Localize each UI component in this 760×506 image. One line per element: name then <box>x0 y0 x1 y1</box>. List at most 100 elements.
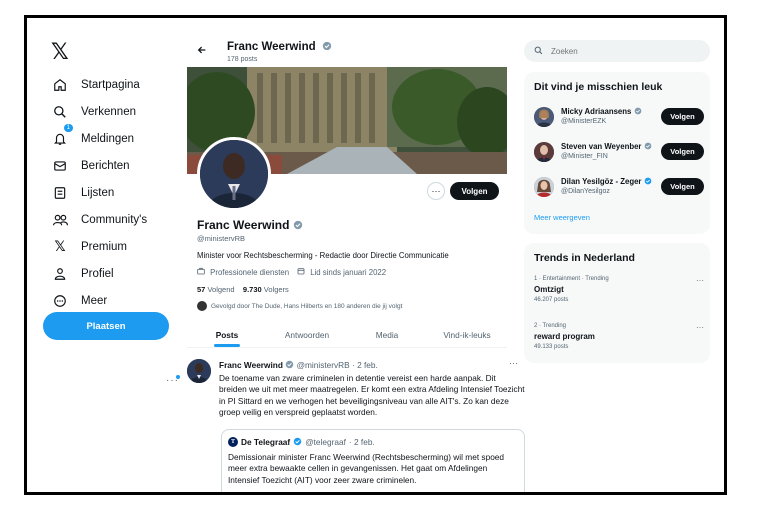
verified-icon <box>634 107 641 115</box>
people-icon <box>49 209 71 231</box>
trend-more-icon[interactable]: ··· <box>696 276 704 285</box>
avatar[interactable] <box>534 177 554 197</box>
tab-posts[interactable]: Posts <box>187 322 267 347</box>
search-icon <box>534 42 543 60</box>
follower-avatar <box>197 301 207 311</box>
nav-label: Berichten <box>81 160 130 172</box>
nav-label: Community's <box>81 214 148 226</box>
tab-likes[interactable]: Vind-ik-leuks <box>427 322 507 347</box>
posts-count: 178 posts <box>227 56 258 63</box>
trend-item[interactable]: 1 · Entertainment · Trending Omtzigt 46.… <box>534 276 704 303</box>
search-bar[interactable] <box>524 40 710 62</box>
followers-link[interactable]: 9.730 Volgers <box>243 285 289 294</box>
nav-label: Meer <box>81 295 108 307</box>
nav-item-messages[interactable]: Berichten <box>41 155 130 177</box>
follow-counts: 57 Volgend 9.730 Volgers <box>197 285 289 294</box>
quote-author-handle: @telegraaf <box>305 437 346 447</box>
tab-media[interactable]: Media <box>347 322 427 347</box>
tweet-header: Franc Weerwind @ministervRB · 2 feb. <box>219 360 378 370</box>
profile-meta: Professionele diensten Lid sinds januari… <box>197 267 386 277</box>
page-title: Franc Weerwind <box>227 41 332 53</box>
trends-card: Trends in Nederland 1 · Entertainment · … <box>524 243 710 363</box>
bell-icon: 1 <box>49 124 73 150</box>
who-to-follow-card: Dit vind je misschien leuk Micky Adriaan… <box>524 72 710 234</box>
suggestion-name: Dilan Yesilgöz - Zeger <box>561 177 652 186</box>
back-arrow-icon[interactable] <box>197 44 207 58</box>
verified-icon <box>293 437 302 447</box>
follow-button[interactable]: Volgen <box>450 182 499 200</box>
trend-item[interactable]: 2 · Trending reward program 49.133 posts… <box>534 323 704 350</box>
trend-meta: 1 · Entertainment · Trending <box>534 276 609 282</box>
trend-meta: 2 · Trending <box>534 323 567 329</box>
trends-title: Trends in Nederland <box>534 252 635 264</box>
nav-item-communities[interactable]: Community's <box>41 209 147 231</box>
list-icon <box>49 182 71 204</box>
briefcase-icon <box>197 267 207 277</box>
suggestion-handle: @MinisterEZK <box>561 118 607 125</box>
profile-bio: Minister voor Rechtsbescherming - Redact… <box>197 251 449 260</box>
x-icon: 𝕏 <box>54 239 66 255</box>
avatar[interactable] <box>534 107 554 127</box>
followed-by-text: Gevolgd door The Dude, Hans Hilberts en … <box>211 302 403 310</box>
tweet-date[interactable]: · 2 feb. <box>352 360 378 370</box>
trend-count: 46.207 posts <box>534 297 569 303</box>
quote-author-name: De Telegraaf <box>241 437 291 447</box>
app-window: 𝕏 Startpagina Verkennen 1 Meldingen Beri… <box>27 18 724 492</box>
show-more-link[interactable]: Meer weergeven <box>534 213 590 222</box>
quote-text: Demissionair minister Franc Weerwind (Re… <box>228 452 505 485</box>
tweet-more-icon[interactable]: ··· <box>509 358 518 368</box>
who-to-follow-title: Dit vind je misschien leuk <box>534 81 663 93</box>
verified-icon <box>322 41 332 53</box>
nav-item-premium[interactable]: 𝕏 Premium <box>41 236 127 258</box>
trend-name: Omtzigt <box>534 285 564 294</box>
suggestion-item[interactable]: Dilan Yesilgöz - Zeger @DilanYesilgoz Vo… <box>534 175 704 201</box>
nav-label: Verkennen <box>81 106 136 118</box>
followers-count: 9.730 <box>242 285 262 294</box>
profile-name: Franc Weerwind <box>197 218 303 232</box>
post-button[interactable]: Plaatsen <box>43 312 169 340</box>
verified-icon <box>644 177 651 185</box>
following-label: Volgend <box>207 285 235 294</box>
followers-label: Volgers <box>263 285 289 294</box>
follow-button[interactable]: Volgen <box>661 143 704 160</box>
x-logo-icon[interactable]: 𝕏 <box>51 40 69 65</box>
trend-more-icon[interactable]: ··· <box>696 323 704 332</box>
follow-button[interactable]: Volgen <box>661 178 704 195</box>
home-icon <box>49 74 71 96</box>
nav-item-explore[interactable]: Verkennen <box>41 101 136 123</box>
tab-replies[interactable]: Antwoorden <box>267 322 347 347</box>
tweet-avatar[interactable] <box>187 359 211 383</box>
followed-by[interactable]: Gevolgd door The Dude, Hans Hilberts en … <box>197 301 402 311</box>
screenshot-frame: 𝕏 Startpagina Verkennen 1 Meldingen Beri… <box>24 15 727 495</box>
nav-item-notifications[interactable]: 1 Meldingen <box>41 124 134 150</box>
follow-button[interactable]: Volgen <box>661 108 704 125</box>
nav-label: Profiel <box>81 268 114 280</box>
tweet-author-name[interactable]: Franc Weerwind <box>219 360 283 370</box>
profile-tabs: Posts Antwoorden Media Vind-ik-leuks <box>187 322 507 348</box>
suggestion-handle: @DilanYesilgoz <box>561 188 610 195</box>
suggestion-item[interactable]: Steven van Weyenber @Minister_FIN Volgen <box>534 140 704 166</box>
nav-item-home[interactable]: Startpagina <box>41 74 140 96</box>
suggestion-handle: @Minister_FIN <box>561 153 608 160</box>
more-options-button[interactable]: ··· <box>427 182 445 200</box>
tweet-text: De toename van zware criminelen in deten… <box>219 373 525 417</box>
tweet-author-handle[interactable]: @ministervRB <box>297 360 350 370</box>
nav-item-more[interactable]: Meer <box>41 290 107 312</box>
calendar-icon <box>297 268 307 277</box>
following-link[interactable]: 57 Volgend <box>197 285 235 294</box>
header-name: Franc Weerwind <box>227 41 316 54</box>
profile-avatar[interactable] <box>197 137 271 211</box>
avatar[interactable] <box>534 142 554 162</box>
following-count: 57 <box>197 285 206 294</box>
joined-text: Lid sinds januari 2022 <box>310 268 387 277</box>
suggestion-item[interactable]: Micky Adriaansens @MinisterEZK Volgen <box>534 105 704 131</box>
search-input[interactable] <box>551 46 691 56</box>
verified-icon <box>285 360 294 370</box>
nav-item-profile[interactable]: Profiel <box>41 263 114 285</box>
quoted-tweet[interactable]: T De Telegraaf @telegraaf · 2 feb. Demis… <box>221 429 525 492</box>
telegraaf-logo-icon: T <box>228 437 238 447</box>
nav-label: Startpagina <box>81 79 140 91</box>
suggestion-name: Micky Adriaansens <box>561 107 642 116</box>
nav-item-lists[interactable]: Lijsten <box>41 182 114 204</box>
trend-name: reward program <box>534 332 595 341</box>
